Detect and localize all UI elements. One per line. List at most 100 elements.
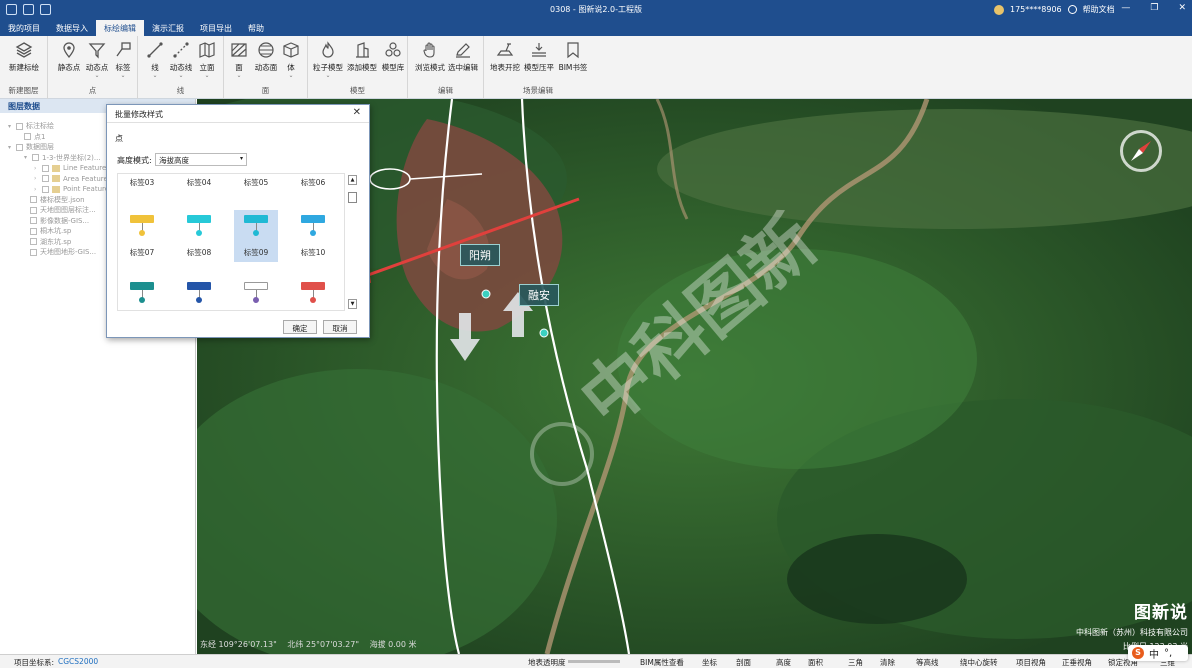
style-item[interactable] xyxy=(234,274,278,310)
checkbox[interactable] xyxy=(16,143,23,151)
map-label-rongan[interactable]: 融安 xyxy=(519,284,559,306)
layers-icon xyxy=(15,41,33,59)
help-link[interactable]: 帮助文档 xyxy=(1083,4,1115,15)
line-icon xyxy=(146,41,164,59)
style-item[interactable] xyxy=(291,274,335,310)
add-model-button[interactable]: 添加模型 xyxy=(345,41,379,73)
bim-attr-button[interactable]: BIM属性查看 xyxy=(640,657,684,668)
style-item[interactable]: 标签07 xyxy=(120,210,164,262)
tag-icon xyxy=(114,41,132,59)
menu-help[interactable]: 帮助 xyxy=(240,20,272,36)
user-avatar-icon xyxy=(994,4,1004,15)
menu-data-import[interactable]: 数据导入 xyxy=(48,20,96,36)
model-flatten-button[interactable]: 模型压平 xyxy=(522,41,556,73)
profile-button[interactable]: 剖面 xyxy=(736,657,751,668)
chevron-down-icon: ▾ xyxy=(239,155,243,162)
menu-my-project[interactable]: 我的项目 xyxy=(0,20,48,36)
clear-button[interactable]: 清除 xyxy=(880,657,895,668)
top-view-button[interactable]: 正垂视角 xyxy=(1062,657,1092,668)
label-style-preview xyxy=(244,282,268,290)
scroll-down-icon[interactable]: ▼ xyxy=(348,299,357,309)
tab-point[interactable]: 点 xyxy=(115,133,123,144)
label-style-preview xyxy=(301,215,325,223)
expand-icon[interactable]: › xyxy=(34,175,42,182)
user-name[interactable]: 175****8906 xyxy=(1010,5,1062,14)
checkbox[interactable] xyxy=(42,164,49,172)
checkbox[interactable] xyxy=(30,248,37,256)
style-item[interactable] xyxy=(177,274,221,310)
volume-button[interactable]: 体 ⌄ xyxy=(274,41,308,79)
checkbox[interactable] xyxy=(16,122,23,130)
style-item-selected[interactable]: 标签09 xyxy=(234,210,278,262)
scroll-up-icon[interactable]: ▲ xyxy=(348,175,357,185)
ime-punct-icon: °, xyxy=(1164,647,1173,659)
expand-icon[interactable]: › xyxy=(34,186,42,193)
close-icon[interactable]: ✕ xyxy=(1178,3,1186,13)
checkbox[interactable] xyxy=(30,217,37,225)
scroll-thumb[interactable] xyxy=(348,192,357,203)
cancel-button[interactable]: 取消 xyxy=(323,320,357,334)
orbit-center-button[interactable]: 绕中心旋转 xyxy=(960,657,998,668)
contour-button[interactable]: 等高线 xyxy=(916,657,939,668)
pin-icon xyxy=(60,41,78,59)
checkbox[interactable] xyxy=(30,238,37,246)
pencil-icon xyxy=(454,41,472,59)
model-library-button[interactable]: 模型库 xyxy=(376,41,410,73)
area-button[interactable]: 面积 xyxy=(808,657,823,668)
group-line: 线 ⌄ 动态线 ⌄ 立面 ⌄ 线 xyxy=(138,36,224,99)
collapse-icon[interactable]: ▾ xyxy=(8,144,16,151)
menu-presentation[interactable]: 演示汇报 xyxy=(144,20,192,36)
restore-icon[interactable]: ❐ xyxy=(1150,3,1158,13)
folder-icon xyxy=(52,164,60,172)
triangle-button[interactable]: 三角 xyxy=(848,657,863,668)
label-style-preview xyxy=(187,282,211,290)
style-item[interactable]: 标签10 xyxy=(291,210,335,262)
checkbox[interactable] xyxy=(32,154,39,162)
tag-button[interactable]: 标签 ⌄ xyxy=(106,41,140,79)
style-grid-scrollbar[interactable]: ▲ ▼ xyxy=(347,173,359,311)
checkbox[interactable] xyxy=(30,206,37,214)
group-surface: 面 ⌄ 动态面 体 ⌄ 面 xyxy=(224,36,308,99)
height-mode-select[interactable]: 海拔高度 ▾ xyxy=(155,153,247,166)
facade-button[interactable]: 立面 ⌄ xyxy=(190,41,224,79)
collapse-icon[interactable]: ▾ xyxy=(24,154,32,161)
minimize-icon[interactable]: — xyxy=(1121,3,1130,13)
altitude: 海拔 0.00 米 xyxy=(369,640,417,649)
label-style-preview xyxy=(130,282,154,290)
checkbox[interactable] xyxy=(42,175,49,183)
browse-mode-button[interactable]: 浏览模式 xyxy=(413,41,447,73)
collapse-icon[interactable]: ▾ xyxy=(8,123,16,130)
brand-company: 中科图新（苏州）科技有限公司 xyxy=(1076,628,1188,637)
label-style-preview xyxy=(301,282,325,290)
new-plot-button[interactable]: 新建标绘 xyxy=(7,41,41,73)
dynamic-line-icon xyxy=(172,41,190,59)
group-new-layer: 新建标绘 新建图层 xyxy=(0,36,48,99)
crs-value[interactable]: CGCS2000 xyxy=(58,657,98,666)
style-item[interactable] xyxy=(120,274,164,310)
terrain-excavate-button[interactable]: 地表开挖 xyxy=(488,41,522,73)
particle-model-button[interactable]: 粒子模型 ⌄ xyxy=(311,41,345,79)
group-model: 粒子模型 ⌄ 添加模型 模型库 模型 xyxy=(308,36,408,99)
coordinate-button[interactable]: 坐标 xyxy=(702,657,717,668)
checkbox[interactable] xyxy=(30,196,37,204)
label-dot xyxy=(196,297,202,303)
checkbox[interactable] xyxy=(30,227,37,235)
height-button[interactable]: 高度 xyxy=(776,657,791,668)
ok-button[interactable]: 确定 xyxy=(283,320,317,334)
menu-plot-edit[interactable]: 标绘编辑 xyxy=(96,20,144,36)
style-item[interactable]: 标签08 xyxy=(177,210,221,262)
longitude: 东经 109°26'07.13" xyxy=(200,640,277,649)
menu-project-export[interactable]: 项目导出 xyxy=(192,20,240,36)
map-label-yangshuo[interactable]: 阳朔 xyxy=(460,244,500,266)
project-view-button[interactable]: 项目视角 xyxy=(1016,657,1046,668)
compass-icon[interactable] xyxy=(1120,130,1162,172)
expand-icon[interactable]: › xyxy=(34,165,42,172)
checkbox[interactable] xyxy=(42,185,49,193)
label-style-preview xyxy=(187,215,211,223)
select-edit-button[interactable]: 选中编辑 xyxy=(446,41,480,73)
close-icon[interactable]: ✕ xyxy=(353,107,361,118)
ime-indicator[interactable]: S 中 °, xyxy=(1128,645,1188,661)
transparency-slider[interactable] xyxy=(568,660,620,663)
bim-bookmark-button[interactable]: BIM书签 xyxy=(556,41,590,73)
checkbox[interactable] xyxy=(24,133,31,141)
